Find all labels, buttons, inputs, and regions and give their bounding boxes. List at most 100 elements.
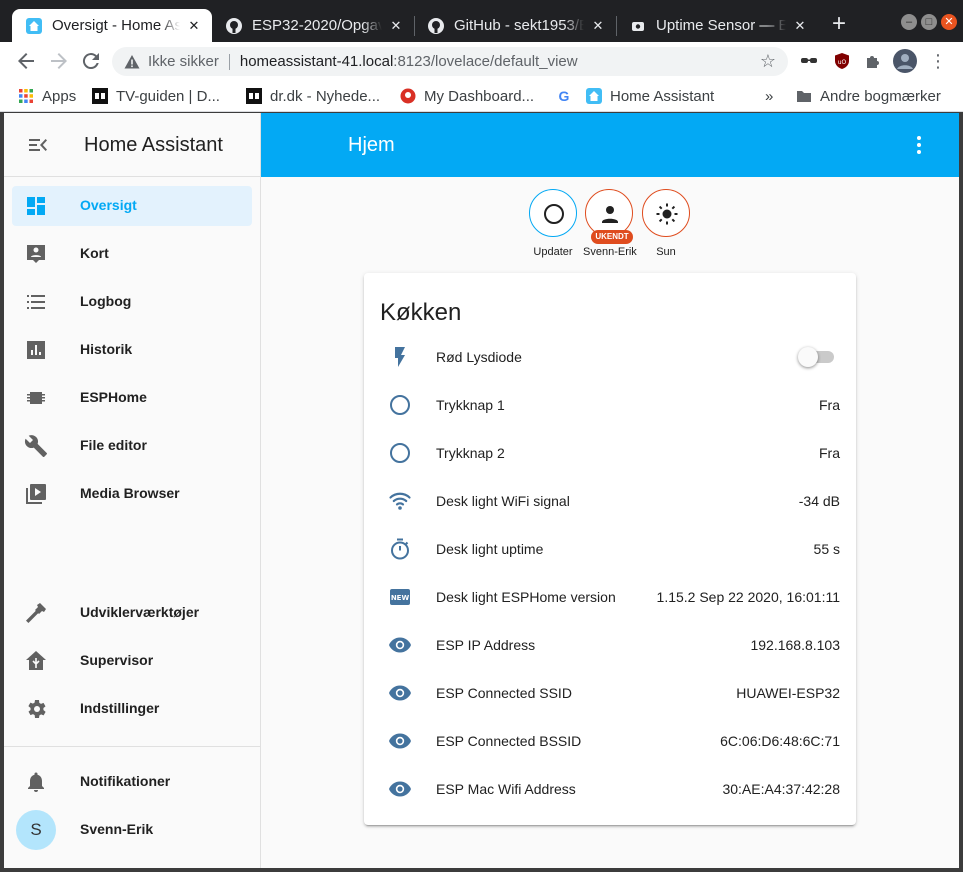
entity-row-trykknap-2[interactable]: Trykknap 2 Fra — [380, 433, 840, 473]
bookmarks-bar: Apps TV-guiden | D... dr.dk - Nyhede... … — [0, 80, 963, 112]
bookmark-apps[interactable]: Apps — [18, 85, 76, 107]
sidebar-item-label: Udviklerværktøjer — [80, 604, 200, 620]
overflow-menu-icon[interactable] — [907, 133, 931, 157]
forward-button[interactable] — [47, 49, 71, 73]
entity-row-uptime[interactable]: Desk light uptime 55 s — [380, 529, 840, 569]
circle-outline-icon — [390, 443, 410, 463]
sidebar-item-media-browser[interactable]: Media Browser — [12, 474, 252, 514]
svg-text:G: G — [559, 88, 570, 104]
entity-row-ip-address[interactable]: ESP IP Address 192.168.8.103 — [380, 625, 840, 665]
chip-icon — [27, 392, 45, 404]
bookmark-star-icon[interactable]: ☆ — [760, 51, 776, 72]
tab-github-sekt1953[interactable]: GitHub - sekt1953/ESP ✕ — [414, 9, 616, 42]
new-tab-button[interactable]: + — [826, 12, 852, 38]
badge-sun[interactable]: Sun — [640, 189, 692, 258]
entity-row-esphome-version[interactable]: NEW Desk light ESPHome version 1.15.2 Se… — [380, 577, 840, 617]
sun-icon — [656, 203, 678, 225]
bookmark-google[interactable]: G — [556, 85, 580, 107]
entity-name: ESP Connected SSID — [436, 685, 572, 701]
back-button[interactable] — [14, 49, 38, 73]
bookmark-dr-dk[interactable]: dr.dk - Nyhede... — [246, 85, 380, 107]
tab-oversigt[interactable]: Oversigt - Home Assistant ✕ — [12, 9, 212, 42]
tab-uptime-sensor[interactable]: Uptime Sensor — ESPHome ✕ — [616, 9, 818, 42]
sidebar-item-label: File editor — [80, 437, 147, 453]
sidebar-item-label: Media Browser — [80, 485, 180, 501]
entity-row-rod-lysdiode[interactable]: Rød Lysdiode — [380, 337, 840, 377]
circle-outline-icon — [390, 395, 410, 415]
sidebar-item-historik[interactable]: Historik — [12, 330, 252, 370]
other-bookmarks-folder[interactable]: Andre bogmærker — [796, 85, 941, 107]
menu-collapse-icon[interactable] — [26, 133, 50, 157]
entity-state: 1.15.2 Sep 22 2020, 16:01:11 — [656, 589, 840, 605]
reload-button[interactable] — [79, 49, 103, 73]
address-bar[interactable]: Ikke sikker homeassistant-41.local :8123… — [112, 47, 788, 76]
avatar[interactable]: S — [16, 810, 56, 850]
sidebar-item-label: ESPHome — [80, 389, 147, 405]
entity-row-connected-bssid[interactable]: ESP Connected BSSID 6C:06:D6:48:6C:71 — [380, 721, 840, 761]
entity-row-wifi-signal[interactable]: Desk light WiFi signal -34 dB — [380, 481, 840, 521]
eye-icon — [389, 733, 411, 749]
github-icon — [428, 17, 444, 34]
badge-svenn-erik[interactable]: UKENDT Svenn-Erik — [583, 189, 637, 258]
sidebar-item-kort[interactable]: Kort — [12, 234, 252, 274]
google-icon: G — [559, 88, 570, 104]
bookmark-label: TV-guiden | D... — [116, 87, 220, 105]
entity-name: ESP IP Address — [436, 637, 536, 653]
close-icon[interactable]: ✕ — [792, 18, 808, 34]
browser-tab-strip: Oversigt - Home Assistant ✕ ESP32-2020/O… — [0, 0, 963, 42]
status-badge: UKENDT — [591, 230, 633, 244]
ublock-origin-icon[interactable]: uO — [833, 52, 851, 70]
sidebar-item-logbog[interactable]: Logbog — [12, 282, 252, 322]
entity-name: Desk light uptime — [436, 541, 544, 557]
entity-name: Trykknap 1 — [436, 397, 505, 413]
entity-row-connected-ssid[interactable]: ESP Connected SSID HUAWEI-ESP32 — [380, 673, 840, 713]
sidebar: Home Assistant Oversigt Kort Logbog Hist… — [4, 113, 261, 868]
sidebar-item-indstillinger[interactable]: Indstillinger — [12, 689, 252, 729]
eye-icon — [389, 637, 411, 653]
circle-outline-icon — [544, 204, 564, 224]
extensions-puzzle-icon[interactable] — [864, 52, 882, 70]
entity-row-trykknap-1[interactable]: Trykknap 1 Fra — [380, 385, 840, 425]
tab-esp32-opgave[interactable]: ESP32-2020/Opgave ✕ — [212, 9, 414, 42]
led-toggle-switch[interactable] — [798, 347, 836, 367]
bookmark-my-dashboard[interactable]: My Dashboard... — [400, 85, 534, 107]
close-icon[interactable]: ✕ — [590, 18, 606, 34]
reload-icon — [82, 53, 99, 70]
sidebar-item-label: Oversigt — [80, 197, 137, 213]
minimize-window-button[interactable]: – — [901, 14, 917, 30]
gear-icon — [28, 700, 46, 718]
tab-title: Oversigt - Home Assistant — [52, 17, 180, 34]
supervisor-icon — [26, 651, 46, 670]
extension-glasses-icon[interactable] — [800, 52, 818, 70]
sidebar-item-esphome[interactable]: ESPHome — [12, 378, 252, 418]
sidebar-item-notifikationer[interactable]: Notifikationer — [12, 762, 252, 802]
entity-state: 55 s — [813, 541, 840, 557]
flash-icon — [395, 347, 405, 367]
sidebar-item-udviklervaerktojer[interactable]: Udviklerværktøjer — [12, 593, 252, 633]
sidebar-item-supervisor[interactable]: Supervisor — [12, 641, 252, 681]
profile-avatar[interactable] — [893, 49, 917, 73]
history-icon — [27, 341, 45, 359]
browser-menu-icon[interactable]: ⋮ — [928, 50, 948, 72]
entity-row-mac-address[interactable]: ESP Mac Wifi Address 30:AE:A4:37:42:28 — [380, 769, 840, 809]
page-title: Hjem — [348, 134, 395, 156]
entity-name: Rød Lysdiode — [436, 349, 522, 365]
entities-card: Køkken Rød Lysdiode Trykknap 1 Fra Trykk… — [364, 273, 856, 825]
bookmark-home-assistant[interactable]: Home Assistant — [586, 85, 714, 107]
badge-updater[interactable]: Updater — [527, 189, 579, 258]
security-label[interactable]: Ikke sikker — [148, 53, 219, 70]
toggle-thumb — [798, 347, 818, 367]
sidebar-item-oversigt[interactable]: Oversigt — [12, 186, 252, 226]
maximize-window-button[interactable]: □ — [921, 14, 937, 30]
close-icon[interactable]: ✕ — [186, 18, 202, 34]
bookmark-tv-guiden[interactable]: TV-guiden | D... — [92, 85, 220, 107]
home-assistant-icon — [586, 88, 602, 104]
sidebar-item-file-editor[interactable]: File editor — [12, 426, 252, 466]
close-icon[interactable]: ✕ — [388, 18, 404, 34]
bookmarks-overflow-button[interactable]: » — [765, 85, 773, 107]
entity-state: -34 dB — [798, 493, 840, 509]
dr-icon — [246, 88, 262, 104]
close-window-button[interactable]: ✕ — [941, 14, 957, 30]
folder-icon — [797, 91, 811, 102]
github-icon — [226, 17, 242, 34]
